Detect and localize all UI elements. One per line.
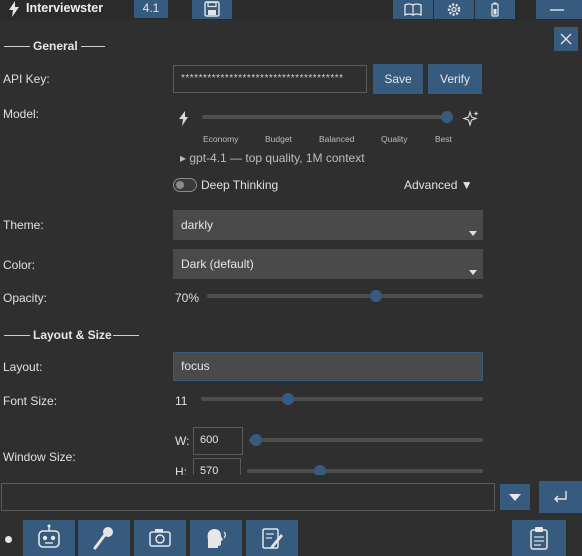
general-heading: General [33, 39, 78, 53]
section-divider [4, 46, 30, 47]
layout-select[interactable]: focus [173, 352, 483, 381]
save-icon[interactable] [192, 0, 232, 19]
api-key-label: API Key: [3, 72, 50, 86]
theme-label: Theme: [3, 218, 44, 232]
color-select[interactable]: Dark (default) [173, 249, 483, 279]
opacity-slider-track[interactable] [207, 294, 483, 298]
microphone-icon[interactable] [78, 520, 130, 556]
advanced-toggle[interactable]: Advanced ▼ [404, 178, 473, 192]
sparkles-icon [462, 110, 480, 128]
edit-icon[interactable] [246, 520, 298, 556]
battery-icon[interactable] [475, 0, 515, 19]
app-title: Interviewster [26, 1, 104, 15]
height-slider-track[interactable] [247, 469, 483, 473]
clipboard-icon[interactable] [512, 520, 566, 556]
save-button[interactable]: Save [373, 64, 423, 94]
lightning-icon [179, 111, 189, 126]
font-size-slider-handle[interactable] [282, 393, 294, 405]
model-badge-button[interactable]: 4.1 [134, 0, 168, 18]
enter-icon[interactable] [539, 481, 582, 513]
model-summary: ▸ gpt-4.1 — top quality, 1M context [180, 151, 365, 165]
width-slider-handle[interactable] [250, 434, 262, 446]
font-size-label: Font Size: [3, 394, 58, 408]
model-stop-label: Budget [265, 134, 292, 144]
scroll-clip: H: 570 [0, 458, 582, 475]
width-label: W: [175, 434, 190, 448]
model-stop-label: Balanced [319, 134, 355, 144]
section-divider [81, 46, 105, 47]
font-size-slider-track[interactable] [201, 397, 483, 401]
color-value: Dark (default) [181, 257, 254, 271]
model-stop-label: Best [435, 134, 453, 144]
model-stop-label: Economy [203, 134, 239, 144]
window-control-icon[interactable] [536, 0, 582, 19]
chevron-down-icon [469, 270, 477, 275]
chevron-down-icon [469, 231, 477, 236]
height-field[interactable]: 570 [193, 458, 241, 475]
verify-button[interactable]: Verify [428, 64, 482, 94]
height-label: H: [175, 465, 187, 475]
deep-thinking-toggle[interactable] [173, 178, 197, 192]
dropdown-button[interactable] [500, 484, 530, 510]
model-slider-track[interactable] [202, 115, 450, 119]
font-size-value: 11 [175, 394, 188, 408]
opacity-label: Opacity: [3, 291, 48, 305]
model-stop-label: Quality [381, 134, 408, 144]
prompt-input[interactable] [1, 483, 495, 511]
model-slider-handle[interactable] [441, 111, 453, 123]
book-icon[interactable] [393, 0, 433, 19]
lightning-icon [8, 1, 20, 17]
gear-icon[interactable] [434, 0, 474, 19]
deep-thinking-label[interactable]: Deep Thinking [201, 178, 278, 192]
color-label: Color: [3, 258, 36, 272]
status-dot [5, 536, 12, 543]
opacity-value: 70% [175, 291, 200, 305]
model-label: Model: [3, 107, 40, 121]
speaking-head-icon[interactable] [190, 520, 242, 556]
camera-icon[interactable] [134, 520, 186, 556]
width-slider-track[interactable] [249, 438, 483, 442]
theme-value: darkly [181, 218, 214, 232]
opacity-slider-handle[interactable] [370, 290, 382, 302]
section-divider [113, 335, 139, 336]
api-key-field[interactable]: ************************************* [173, 65, 367, 93]
section-divider [4, 335, 30, 336]
height-slider-handle[interactable] [314, 465, 326, 475]
layout-size-heading: Layout & Size [33, 328, 112, 342]
width-field[interactable]: 600 [193, 427, 243, 455]
robot-icon[interactable] [23, 520, 75, 556]
layout-label: Layout: [3, 360, 43, 374]
close-icon[interactable] [554, 27, 578, 51]
theme-select[interactable]: darkly [173, 210, 483, 240]
